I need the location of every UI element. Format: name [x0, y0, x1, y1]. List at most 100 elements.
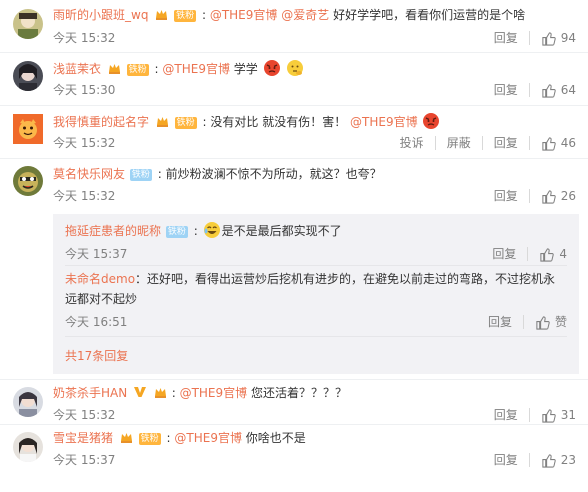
- colon: :: [154, 62, 159, 76]
- comment: 莫名快乐网友 铁粉 : 前炒粉波澜不惊不为所动，就这？也夸？ 今天 15:32 …: [0, 159, 588, 380]
- comment-actions: 回复 31: [494, 407, 576, 423]
- report-button[interactable]: 投诉: [400, 135, 424, 151]
- reply-button[interactable]: 回复: [494, 135, 518, 151]
- reply-button[interactable]: 回复: [494, 452, 518, 468]
- divider: [527, 247, 529, 261]
- like-button[interactable]: 64: [541, 82, 576, 98]
- timestamp: 今天 15:32: [53, 136, 116, 150]
- divider: [528, 31, 530, 45]
- comment-text: 你啥也不是: [245, 431, 306, 445]
- like-label: 赞: [554, 315, 567, 329]
- comment: 雨昕的小跟班_wq 铁粉 : @THE9官博 @爱奇艺 好好学学吧，看看你们运营…: [0, 0, 588, 53]
- reply-button[interactable]: 回复: [494, 407, 518, 423]
- username[interactable]: 莫名快乐网友: [53, 167, 125, 181]
- fan-badge: 铁粉: [174, 10, 197, 22]
- colon: :: [201, 8, 206, 22]
- divider: [528, 136, 530, 150]
- username[interactable]: 拖延症患者的昵称: [65, 224, 161, 238]
- divider: [481, 136, 483, 150]
- comment-line: 奶茶杀手HAN : @THE9官博 您还活着？？？？: [53, 384, 347, 402]
- comment-line: 我得慎重的起名字 铁粉 : 没有对比 就没有伤！害！ @THE9官博: [53, 112, 441, 131]
- comment-text: 好好学学吧，看看你们运营的是个啥: [333, 8, 526, 22]
- angry-face-icon: [423, 113, 440, 129]
- timestamp: 今天 15:32: [53, 189, 116, 203]
- comment-actions: 回复 23: [494, 452, 576, 468]
- mention-link[interactable]: @THE9官博: [210, 8, 278, 22]
- avatar[interactable]: [13, 166, 43, 196]
- comment-actions: 回复 26: [494, 188, 576, 204]
- thumbs-up-icon: [542, 453, 556, 468]
- colon: :: [193, 224, 198, 238]
- crown-icon: [108, 64, 120, 74]
- colon: :: [202, 115, 207, 129]
- comment: 奶茶杀手HAN : @THE9官博 您还活着？？？？ 今天 15:32 回复 3…: [0, 380, 588, 425]
- crown-icon: [156, 117, 168, 127]
- comment-actions: 投诉 屏蔽 回复 46: [400, 135, 576, 151]
- timestamp: 今天 15:37: [53, 453, 116, 467]
- thumbs-up-icon: [542, 408, 556, 423]
- thinking-face-icon: [287, 60, 304, 76]
- username[interactable]: 我得慎重的起名字: [53, 115, 149, 129]
- like-button[interactable]: 46: [541, 135, 576, 151]
- avatar[interactable]: [13, 9, 43, 39]
- mention-link[interactable]: @THE9官博: [180, 386, 248, 400]
- fan-badge: 铁粉: [138, 433, 161, 445]
- like-button[interactable]: 31: [541, 407, 576, 423]
- like-count: 23: [560, 453, 576, 467]
- divider: [528, 189, 530, 203]
- fan-badge: 铁粉: [129, 169, 152, 181]
- like-button[interactable]: 赞: [535, 314, 567, 330]
- avatar[interactable]: [13, 387, 43, 417]
- avatar[interactable]: [13, 61, 43, 91]
- divider: [528, 408, 530, 422]
- comment: 浅蓝茉衣 铁粉 : @THE9官博 学学 今天 15:30 回复 64: [0, 53, 588, 106]
- comment-text: 学学: [233, 62, 258, 76]
- like-button[interactable]: 26: [541, 188, 576, 204]
- mention-link[interactable]: @爱奇艺: [281, 8, 329, 22]
- username[interactable]: 未命名demo: [65, 272, 135, 286]
- reply-button[interactable]: 回复: [488, 314, 512, 330]
- mention-link[interactable]: @THE9官博: [350, 115, 418, 129]
- divider: [434, 136, 436, 150]
- username[interactable]: 雨昕的小跟班_wq: [53, 8, 148, 22]
- avatar[interactable]: [13, 432, 43, 462]
- reply-button[interactable]: 回复: [492, 246, 516, 262]
- thumbs-up-icon: [542, 83, 556, 98]
- thumbs-up-icon: [542, 189, 556, 204]
- username[interactable]: 浅蓝茉衣: [53, 62, 101, 76]
- like-button[interactable]: 4: [539, 246, 567, 262]
- comment: 雪宝是猪猪 铁粉 : @THE9官博 你啥也不是 今天 15:37 回复 23: [0, 425, 588, 475]
- comment-line: 浅蓝茉衣 铁粉 : @THE9官博 学学: [53, 59, 305, 78]
- block-button[interactable]: 屏蔽: [447, 135, 471, 151]
- mention-link[interactable]: @THE9官博: [174, 431, 242, 445]
- fan-badge: 铁粉: [165, 226, 188, 238]
- like-button[interactable]: 94: [541, 30, 576, 46]
- comment-line: 莫名快乐网友 铁粉 : 前炒粉波澜不惊不为所动，就这？也夸？: [53, 165, 382, 183]
- mention-link[interactable]: @THE9官博: [162, 62, 230, 76]
- avatar[interactable]: [13, 114, 43, 144]
- divider: [522, 315, 524, 329]
- thumbs-up-icon: [542, 136, 556, 151]
- reply-actions: 回复 4: [492, 246, 567, 262]
- reply-button[interactable]: 回复: [494, 82, 518, 98]
- reply-actions: 回复 赞: [488, 314, 567, 330]
- reply-line: 拖延症患者的昵称 铁粉 : 是不是最后都实现不了: [65, 221, 342, 240]
- more-replies-link[interactable]: 共17条回复: [65, 348, 128, 364]
- colon: :: [157, 167, 162, 181]
- fan-badge: 铁粉: [126, 64, 149, 76]
- reply-button[interactable]: 回复: [494, 30, 518, 46]
- like-button[interactable]: 23: [541, 452, 576, 468]
- comment-actions: 回复 94: [494, 30, 576, 46]
- username[interactable]: 雪宝是猪猪: [53, 431, 113, 445]
- like-count: 4: [559, 247, 567, 261]
- comment-text: 您还活着？？？？: [250, 386, 347, 400]
- thumbs-up-icon: [542, 31, 556, 46]
- crown-icon: [154, 388, 166, 398]
- like-count: 26: [560, 189, 576, 203]
- reply-text: ：还好吧，看得出运营炒后挖机有进步的，在避免以前走过的弯路，不过挖机永: [135, 272, 556, 286]
- colon: :: [171, 386, 176, 400]
- comment: 我得慎重的起名字 铁粉 : 没有对比 就没有伤！害！ @THE9官博 今天 15…: [0, 106, 588, 159]
- username[interactable]: 奶茶杀手HAN: [53, 386, 127, 400]
- reply-button[interactable]: 回复: [494, 188, 518, 204]
- like-count: 31: [560, 408, 576, 422]
